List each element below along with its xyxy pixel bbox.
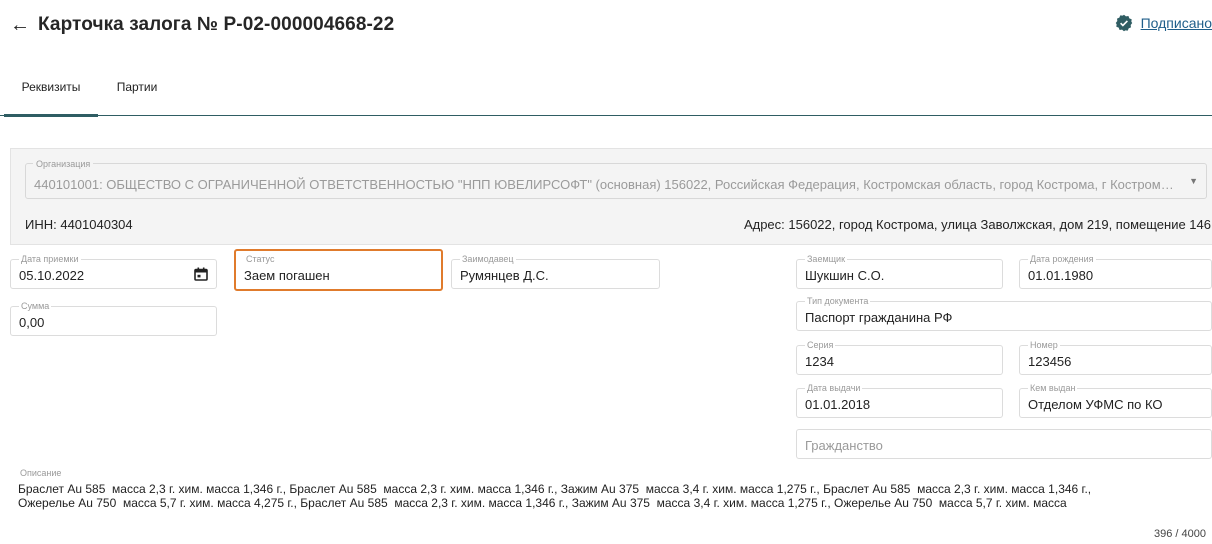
birth-date-field[interactable]: Дата рождения 01.01.1980 [1019, 254, 1212, 289]
signed-status: Подписано [1115, 14, 1212, 32]
field-label: Сумма [19, 301, 52, 311]
series-field[interactable]: Серия 1234 [796, 340, 1003, 375]
field-label: Дата приемки [19, 254, 81, 264]
field-label: Тип документа [805, 296, 871, 306]
description-label: Описание [20, 468, 62, 478]
field-label: Серия [805, 340, 836, 350]
issued-by-field[interactable]: Кем выдан Отделом УФМС по КО [1019, 383, 1212, 418]
borrower-value: Шукшин С.О. [805, 268, 885, 283]
tab-batches[interactable]: Партии [104, 72, 170, 115]
organization-select[interactable]: 440101001: ОБЩЕСТВО С ОГРАНИЧЕННОЙ ОТВЕТ… [25, 163, 1207, 199]
doc-type-field[interactable]: Тип документа Паспорт гражданина РФ [796, 296, 1212, 331]
date-received-value: 05.10.2022 [19, 268, 85, 283]
status-field[interactable]: Статус Заем погашен [234, 249, 443, 291]
description-textarea[interactable]: Браслет Au 585 масса 2,3 г. хим. масса 1… [18, 482, 1212, 510]
issued-by-value: Отделом УФМС по КО [1028, 397, 1163, 412]
sum-value: 0,00 [19, 315, 45, 330]
field-label: Статус [244, 254, 277, 264]
doc-type-value: Паспорт гражданина РФ [805, 310, 953, 325]
verified-check-icon [1115, 14, 1132, 32]
series-value: 1234 [805, 354, 834, 369]
issue-date-value: 01.01.2018 [805, 397, 871, 412]
organization-label: Организация [33, 159, 94, 169]
calendar-icon[interactable] [194, 267, 208, 281]
field-label: Кем выдан [1028, 383, 1078, 393]
field-label: Дата рождения [1028, 254, 1096, 264]
status-value: Заем погашен [244, 268, 330, 283]
page-title: Карточка залога № Р-02-000004668-22 [38, 14, 395, 35]
address-text: Адрес: 156022, город Кострома, улица Зав… [743, 217, 1211, 232]
organization-value: 440101001: ОБЩЕСТВО С ОГРАНИЧЕННОЙ ОТВЕТ… [34, 177, 1174, 192]
date-received-field[interactable]: Дата приемки 05.10.2022 [10, 254, 217, 289]
inn-text: ИНН: 4401040304 [25, 217, 133, 232]
sum-field[interactable]: Сумма 0,00 [10, 301, 217, 336]
lender-value: Румянцев Д.С. [460, 268, 549, 283]
page-header: ← Карточка залога № Р-02-000004668-22 [10, 10, 394, 40]
description-counter: 396 / 4000 [1154, 528, 1206, 540]
caret-down-icon[interactable]: ▼ [1189, 176, 1198, 186]
tab-bar: Реквизиты Партии [0, 72, 1212, 117]
birth-date-value: 01.01.1980 [1028, 268, 1094, 283]
field-label: Заемщик [805, 254, 848, 264]
organization-panel: 440101001: ОБЩЕСТВО С ОГРАНИЧЕННОЙ ОТВЕТ… [10, 148, 1212, 245]
citizenship-placeholder: Гражданство [805, 438, 883, 453]
signed-link[interactable]: Подписано [1141, 15, 1212, 31]
lender-field[interactable]: Заимодавец Румянцев Д.С. [451, 254, 660, 289]
arrow-left-icon[interactable]: ← [10, 14, 32, 37]
number-value: 123456 [1028, 354, 1072, 369]
field-label: Заимодавец [460, 254, 516, 264]
field-label: Дата выдачи [805, 383, 863, 393]
number-field[interactable]: Номер 123456 [1019, 340, 1212, 375]
citizenship-field[interactable]: Гражданство [796, 429, 1212, 459]
tab-requisites[interactable]: Реквизиты [4, 72, 98, 117]
issue-date-field[interactable]: Дата выдачи 01.01.2018 [796, 383, 1003, 418]
borrower-field[interactable]: Заемщик Шукшин С.О. [796, 254, 1003, 289]
field-label: Номер [1028, 340, 1060, 350]
